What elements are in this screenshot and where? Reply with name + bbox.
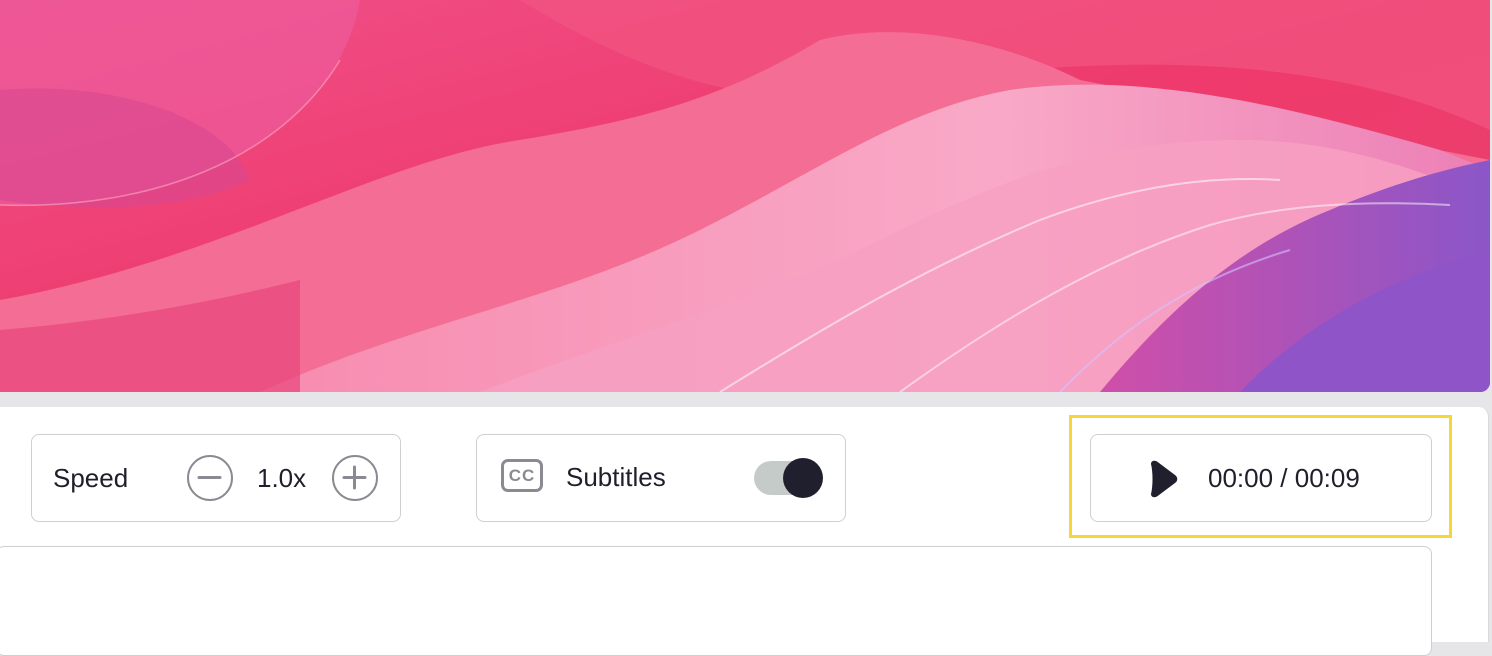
plus-circle-icon [342, 465, 367, 490]
play-icon [1151, 460, 1178, 498]
closed-captions-icon: CC [501, 459, 543, 492]
toggle-knob [783, 458, 823, 498]
increase-speed-button[interactable] [332, 455, 378, 501]
speed-label: Speed [53, 463, 129, 493]
script-text-area[interactable] [0, 546, 1432, 656]
subtitles-control: CC Subtitles [476, 434, 846, 522]
decrease-speed-button[interactable] [187, 455, 233, 501]
play-button[interactable]: 00:00 / 00:09 [1090, 434, 1432, 522]
speed-value: 1.0x [257, 463, 307, 493]
control-panel: Speed 1.0x CC Subtitles 00:00 / 00:09 [0, 407, 1489, 656]
playback-time: 00:00 / 00:09 [1208, 463, 1360, 493]
subtitles-toggle[interactable] [754, 457, 824, 499]
abstract-wave-background [0, 0, 1490, 392]
subtitles-label: Subtitles [566, 462, 666, 492]
minus-circle-icon [197, 476, 222, 479]
video-preview[interactable] [0, 0, 1490, 392]
speed-control: Speed 1.0x [31, 434, 401, 522]
